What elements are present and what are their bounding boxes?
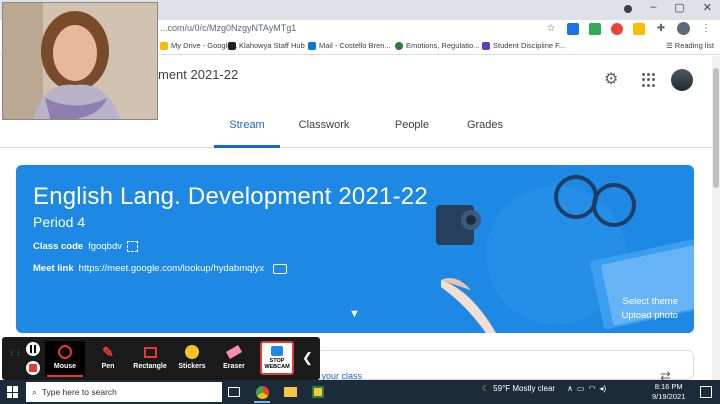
extension-icon-4[interactable]	[633, 22, 645, 35]
extension-icon-1[interactable]	[567, 22, 579, 35]
bookmark-my-drive[interactable]: My Drive - Google...	[160, 41, 238, 50]
network-icon[interactable]: ▭	[577, 384, 585, 393]
page-title: ment 2021-22	[158, 67, 239, 82]
mouse-icon	[45, 341, 85, 363]
drive-icon	[160, 41, 168, 50]
tab-classwork[interactable]: Classwork	[282, 114, 366, 148]
chrome-taskbar-icon[interactable]	[254, 383, 270, 403]
extension-icon-3[interactable]	[611, 22, 623, 35]
webcam-overlay	[2, 2, 158, 120]
menu-dots-icon[interactable]: ⋮	[700, 23, 712, 35]
search-icon: ⌕	[32, 386, 37, 397]
upload-photo-link[interactable]: Upload photo	[621, 309, 678, 323]
select-theme-link[interactable]: Select theme	[621, 295, 678, 309]
webcam-icon	[271, 346, 283, 356]
url-text[interactable]: ...com/u/0/c/Mzg0NzgyNTAyMTg1	[160, 23, 296, 33]
task-view-icon[interactable]	[226, 383, 242, 401]
file-explorer-icon[interactable]	[282, 383, 298, 401]
tool-eraser[interactable]: Eraser	[214, 341, 254, 377]
mail-icon	[308, 41, 316, 50]
class-tabs: Stream Classwork People Grades	[214, 114, 520, 148]
video-camera-icon[interactable]	[273, 263, 288, 274]
rectangle-icon	[130, 341, 170, 363]
tool-mouse[interactable]: Mouse	[45, 341, 85, 377]
class-code-row: Class code fgoqbdv	[33, 241, 138, 252]
tray-chevron-icon[interactable]: ∧	[567, 384, 573, 393]
puzzle-icon[interactable]: ✚	[655, 23, 667, 35]
stop-webcam-button[interactable]: STOP WEBCAM	[260, 341, 294, 375]
extension-icon-2[interactable]	[589, 22, 601, 35]
profile-avatar[interactable]	[677, 22, 690, 35]
fullscreen-icon[interactable]	[126, 241, 138, 252]
taskbar-search[interactable]: ⌕ Type here to search	[26, 382, 222, 402]
weather-icon[interactable]: ☾	[482, 384, 489, 393]
tool-stickers[interactable]: Stickers	[172, 341, 212, 377]
taskbar-clock[interactable]: 8:16 PM 9/19/2021	[652, 382, 685, 402]
presenter-video	[3, 3, 157, 119]
meet-link-row: Meet link https://meet.google.com/lookup…	[33, 263, 288, 274]
drag-handle-icon[interactable]: ⋮⋮	[8, 350, 22, 365]
chevron-left-icon[interactable]: ❮	[302, 350, 313, 366]
scrollbar[interactable]	[712, 56, 720, 380]
gear-icon[interactable]: ⚙	[604, 72, 620, 88]
class-code: fgoqbdv	[88, 241, 122, 252]
window-controls: – ▢ ✕	[624, 1, 712, 14]
banner-links: Select theme Upload photo	[621, 295, 678, 323]
scroll-thumb[interactable]	[713, 68, 719, 188]
notification-icon[interactable]	[700, 386, 712, 398]
class-banner: English Lang. Development 2021-22 Period…	[16, 165, 694, 333]
tab-people[interactable]: People	[380, 114, 444, 148]
banner-title: English Lang. Development 2021-22	[33, 183, 428, 210]
sticker-icon	[172, 341, 212, 363]
bookmark-staff-hub[interactable]: Klahowya Staff Hub	[228, 41, 305, 50]
reading-list[interactable]: ☰ Reading list	[666, 41, 714, 50]
stop-record-button[interactable]	[26, 361, 40, 375]
windows-taskbar: ⌕ Type here to search ☾ 59°F Mostly clea…	[0, 380, 720, 404]
bookmark-emotions[interactable]: Emotions, Regulatio...	[395, 41, 479, 50]
meet-link[interactable]: https://meet.google.com/lookup/hydabmqly…	[79, 263, 264, 274]
meet-link-label: Meet link	[33, 263, 74, 274]
weather-text[interactable]: 59°F Mostly clear	[493, 384, 555, 393]
form-icon	[482, 41, 490, 50]
banner-section: Period 4	[33, 214, 86, 230]
bookmark-icon	[228, 41, 236, 50]
app-icon[interactable]	[310, 383, 326, 401]
windows-start-icon[interactable]	[7, 386, 19, 398]
bookmark-mail[interactable]: Mail - Costello Bren...	[308, 41, 391, 50]
extension-icons: ☆ ✚ ⋮	[545, 22, 712, 35]
maximize-icon[interactable]: ▢	[674, 1, 684, 14]
tab-grades[interactable]: Grades	[450, 114, 520, 148]
recording-toolbar: ⋮⋮ Mouse ✎ Pen Rectangle Stickers Eraser…	[2, 337, 320, 380]
close-icon[interactable]: ✕	[703, 1, 712, 14]
volume-icon[interactable]: ◂)	[599, 384, 606, 393]
chevron-down-icon[interactable]: ▼	[349, 308, 360, 320]
search-placeholder: Type here to search	[41, 387, 117, 397]
clock-date: 9/19/2021	[652, 392, 686, 401]
apps-grid-icon[interactable]	[642, 73, 656, 87]
tab-stream[interactable]: Stream	[214, 114, 280, 148]
wifi-icon[interactable]: ◠	[588, 384, 595, 393]
bookmark-icon	[395, 41, 403, 50]
pen-icon: ✎	[102, 343, 114, 360]
avatar[interactable]	[671, 69, 693, 91]
system-tray: ☾ 59°F Mostly clear ∧ ▭ ◠ ◂)	[482, 384, 606, 393]
eraser-icon	[214, 341, 254, 363]
tool-rectangle[interactable]: Rectangle	[130, 341, 170, 377]
pause-button[interactable]	[26, 342, 40, 356]
class-code-label: Class code	[33, 241, 84, 252]
clock-time: 8:16 PM	[654, 382, 683, 391]
bookmark-discipline[interactable]: Student Discipline F...	[482, 41, 565, 50]
tool-pen[interactable]: ✎ Pen	[88, 341, 128, 377]
announce-card[interactable]	[316, 350, 694, 380]
minimize-icon[interactable]: –	[650, 1, 656, 14]
profile-dot-icon[interactable]	[624, 5, 633, 13]
star-icon[interactable]: ☆	[545, 23, 557, 35]
